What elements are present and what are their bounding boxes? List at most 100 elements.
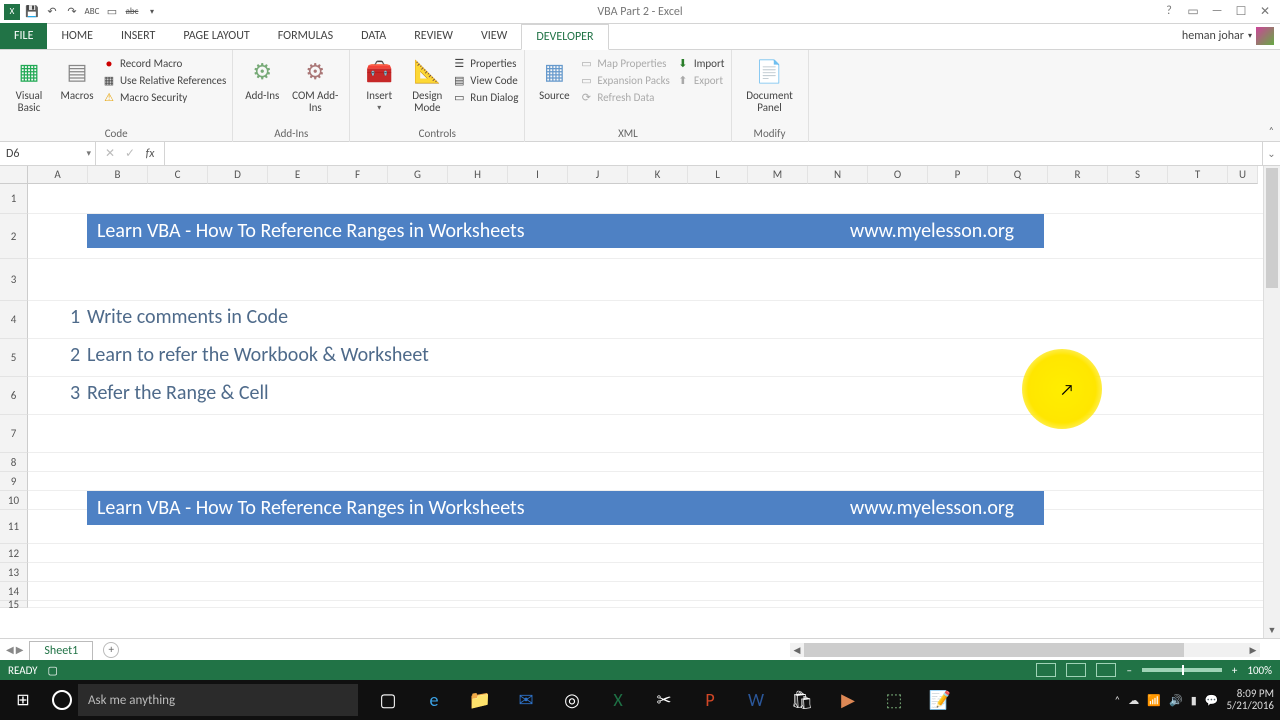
strike-icon[interactable]: abc	[124, 4, 140, 20]
import-button[interactable]: ⬇Import	[676, 56, 725, 70]
tab-insert[interactable]: INSERT	[107, 23, 169, 49]
maximize-icon[interactable]: ☐	[1232, 4, 1250, 19]
column-header[interactable]: A	[28, 166, 88, 184]
row-header[interactable]: 13	[0, 563, 28, 582]
column-header[interactable]: B	[88, 166, 148, 184]
formula-input[interactable]	[165, 142, 1262, 165]
tab-page-layout[interactable]: PAGE LAYOUT	[169, 23, 263, 49]
help-icon[interactable]: ?	[1160, 4, 1178, 19]
row-header[interactable]: 7	[0, 415, 28, 453]
row-header[interactable]: 11	[0, 510, 28, 544]
tab-review[interactable]: REVIEW	[400, 23, 467, 49]
zoom-in-button[interactable]: +	[1232, 664, 1237, 677]
macro-security-button[interactable]: ⚠Macro Security	[102, 90, 226, 104]
wifi-icon[interactable]: 📶	[1147, 694, 1161, 707]
zoom-out-button[interactable]: –	[1126, 664, 1131, 677]
design-mode-button[interactable]: 📐 Design Mode	[404, 54, 450, 114]
start-button[interactable]: ⊞	[0, 680, 46, 720]
macro-record-icon[interactable]: ▢	[48, 664, 58, 677]
row-header[interactable]: 10	[0, 491, 28, 510]
taskbar-search[interactable]: Ask me anything	[78, 684, 358, 716]
column-header[interactable]: O	[868, 166, 928, 184]
onedrive-icon[interactable]: ☁	[1128, 694, 1139, 707]
relative-refs-button[interactable]: ▦Use Relative References	[102, 73, 226, 87]
collapse-ribbon-icon[interactable]: ˄	[1269, 124, 1274, 137]
spellcheck-icon[interactable]: ABC	[84, 4, 100, 20]
row-header[interactable]: 5	[0, 339, 28, 377]
scroll-right-icon[interactable]: ▶	[1246, 645, 1260, 656]
column-header[interactable]: I	[508, 166, 568, 184]
hscroll-thumb[interactable]	[804, 643, 1184, 657]
name-box[interactable]: D6 ▾	[0, 142, 96, 165]
row-header[interactable]: 9	[0, 472, 28, 491]
com-addins-button[interactable]: ⚙ COM Add-Ins	[287, 54, 343, 114]
page-layout-view-button[interactable]	[1066, 663, 1086, 677]
column-header[interactable]: L	[688, 166, 748, 184]
file-explorer-icon[interactable]: 📁	[458, 680, 502, 720]
tab-formulas[interactable]: FORMULAS	[264, 23, 347, 49]
ribbon-options-icon[interactable]: ▭	[1184, 4, 1202, 19]
fx-icon[interactable]: fx	[142, 147, 158, 161]
record-macro-button[interactable]: ●Record Macro	[102, 56, 226, 70]
edge-icon[interactable]: e	[412, 680, 456, 720]
tray-chevron-icon[interactable]: ˄	[1114, 694, 1120, 707]
column-header[interactable]: K	[628, 166, 688, 184]
notifications-icon[interactable]: 💬	[1205, 694, 1219, 707]
row-header[interactable]: 12	[0, 544, 28, 563]
minimize-icon[interactable]: —	[1208, 4, 1226, 19]
expand-formula-icon[interactable]: ⌄	[1262, 142, 1280, 165]
user-account[interactable]: heman johar ▾	[1182, 27, 1274, 45]
macros-button[interactable]: ▤ Macros	[54, 54, 100, 102]
undo-icon[interactable]: ↶	[44, 4, 60, 20]
column-header[interactable]: S	[1108, 166, 1168, 184]
column-header[interactable]: T	[1168, 166, 1228, 184]
column-header[interactable]: D	[208, 166, 268, 184]
row-header[interactable]: 1	[0, 184, 28, 214]
column-header[interactable]: N	[808, 166, 868, 184]
chevron-down-icon[interactable]: ▾	[86, 148, 91, 159]
file-tab[interactable]: FILE	[0, 23, 47, 49]
select-all-corner[interactable]	[0, 166, 28, 184]
task-view-icon[interactable]: ▢	[366, 680, 410, 720]
camtasia-icon[interactable]: ⬚	[872, 680, 916, 720]
document-panel-button[interactable]: 📄 Document Panel	[738, 54, 802, 114]
save-icon[interactable]: 💾	[24, 4, 40, 20]
outlook-icon[interactable]: ✉	[504, 680, 548, 720]
tab-developer[interactable]: DEVELOPER	[521, 24, 608, 50]
new-sheet-button[interactable]: +	[103, 642, 119, 658]
column-header[interactable]: M	[748, 166, 808, 184]
taskbar-clock[interactable]: 8:09 PM 5/21/2016	[1226, 688, 1274, 712]
scroll-thumb[interactable]	[1266, 168, 1278, 288]
row-header[interactable]: 15	[0, 601, 28, 608]
scroll-left-icon[interactable]: ◀	[790, 645, 804, 656]
normal-view-button[interactable]	[1036, 663, 1056, 677]
tab-view[interactable]: VIEW	[467, 23, 521, 49]
sheet-nav[interactable]: ◀▶	[0, 643, 29, 656]
column-header[interactable]: E	[268, 166, 328, 184]
column-header[interactable]: Q	[988, 166, 1048, 184]
row-header[interactable]: 2	[0, 214, 28, 259]
tab-home[interactable]: HOME	[47, 23, 107, 49]
excel-taskbar-icon[interactable]: X	[596, 680, 640, 720]
enter-icon[interactable]: ✓	[122, 146, 138, 161]
insert-control-button[interactable]: 🧰 Insert ▾	[356, 54, 402, 113]
column-header[interactable]: H	[448, 166, 508, 184]
cancel-icon[interactable]: ✕	[102, 146, 118, 161]
redo-icon[interactable]: ↷	[64, 4, 80, 20]
vertical-scrollbar[interactable]: ▲ ▼	[1263, 166, 1280, 638]
zoom-value[interactable]: 100%	[1247, 664, 1272, 677]
notepad-icon[interactable]: 📝	[918, 680, 962, 720]
column-header[interactable]: F	[328, 166, 388, 184]
battery-icon[interactable]: ▮	[1191, 694, 1197, 707]
source-button[interactable]: ▦ Source	[531, 54, 577, 102]
qat-customize-icon[interactable]: ▾	[144, 4, 160, 20]
view-code-button[interactable]: ▤View Code	[452, 73, 518, 87]
zoom-slider[interactable]	[1142, 668, 1222, 672]
run-dialog-button[interactable]: ▭Run Dialog	[452, 90, 518, 104]
close-icon[interactable]: ✕	[1256, 4, 1274, 19]
row-header[interactable]: 6	[0, 377, 28, 415]
column-header[interactable]: J	[568, 166, 628, 184]
volume-icon[interactable]: 🔊	[1169, 694, 1183, 707]
column-header[interactable]: C	[148, 166, 208, 184]
addins-button[interactable]: ⚙ Add-Ins	[239, 54, 285, 102]
